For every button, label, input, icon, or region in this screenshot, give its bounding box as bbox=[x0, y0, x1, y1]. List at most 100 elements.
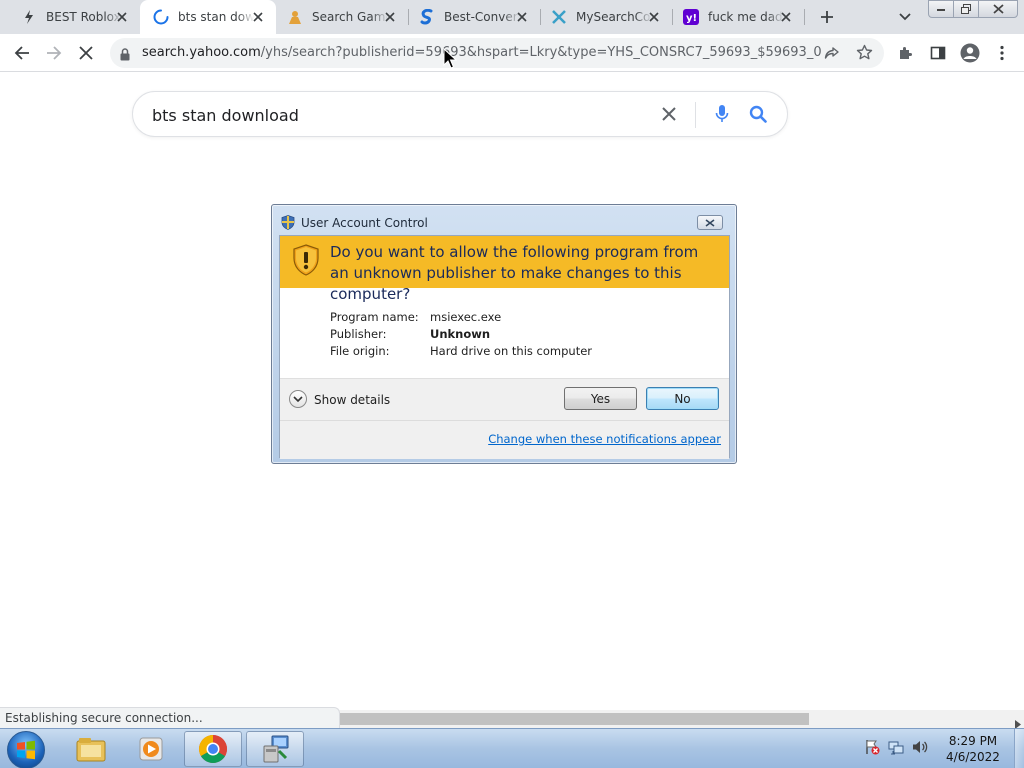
lock-icon[interactable] bbox=[120, 46, 130, 65]
file-origin-row: File origin: Hard drive on this computer bbox=[330, 344, 592, 361]
uac-titlebar[interactable]: User Account Control bbox=[272, 205, 736, 235]
clear-icon[interactable] bbox=[661, 106, 677, 126]
window-controls bbox=[928, 0, 1018, 18]
mouse-cursor-icon bbox=[443, 47, 458, 74]
tab-title: bts stan dow bbox=[178, 10, 254, 24]
divider bbox=[695, 102, 696, 128]
person-icon bbox=[286, 8, 304, 26]
show-desktop-button[interactable] bbox=[1014, 729, 1024, 768]
microphone-icon[interactable] bbox=[715, 104, 729, 128]
action-center-flag-icon[interactable] bbox=[864, 739, 880, 759]
browser-toolbar: search.yahoo.com/yhs/search?publisherid=… bbox=[0, 34, 1024, 72]
taskbar-clock[interactable]: 8:29 PM 4/6/2022 bbox=[930, 733, 1016, 765]
stop-icon bbox=[79, 46, 93, 60]
s-logo-icon bbox=[418, 8, 436, 26]
uac-dialog: User Account Control Do you want to allo… bbox=[271, 204, 737, 464]
new-tab-button[interactable] bbox=[816, 6, 838, 28]
windows-taskbar: 8:29 PM 4/6/2022 bbox=[0, 728, 1024, 768]
taskbar-installer[interactable] bbox=[246, 731, 304, 767]
tab-title: fuck me dad bbox=[708, 10, 783, 24]
windows-logo-icon bbox=[17, 740, 35, 760]
taskbar-file-explorer[interactable] bbox=[62, 731, 120, 767]
tab-title: Best-Convert bbox=[444, 10, 520, 24]
tab-best-convert[interactable]: Best-Convert bbox=[408, 0, 540, 34]
forward-button[interactable] bbox=[42, 41, 66, 65]
minimize-button[interactable] bbox=[928, 0, 954, 18]
kebab-menu-icon bbox=[1000, 45, 1004, 61]
volume-icon[interactable] bbox=[912, 739, 928, 759]
installer-icon bbox=[263, 735, 289, 763]
tab-separator bbox=[804, 9, 805, 25]
publisher-value: Unknown bbox=[430, 327, 491, 341]
taskbar-media-player[interactable] bbox=[122, 731, 180, 767]
show-details-toggle[interactable] bbox=[289, 390, 307, 408]
divider bbox=[280, 420, 729, 421]
menu-button[interactable] bbox=[990, 41, 1014, 65]
side-panel-button[interactable] bbox=[926, 41, 950, 65]
tab-best-roblox[interactable]: BEST Roblox bbox=[0, 0, 140, 34]
chrome-icon bbox=[199, 735, 227, 763]
url-text[interactable]: search.yahoo.com/yhs/search?publisherid=… bbox=[142, 45, 822, 60]
scrollbar-thumb[interactable] bbox=[339, 713, 809, 725]
program-name-row: Program name: msiexec.exe bbox=[330, 310, 592, 327]
publisher-label: Publisher: bbox=[330, 327, 387, 341]
profile-button[interactable] bbox=[958, 41, 982, 65]
search-icon[interactable] bbox=[749, 105, 767, 127]
chevron-down-icon bbox=[899, 13, 911, 21]
uac-program-info: Program name: msiexec.exe Publisher: Unk… bbox=[330, 310, 592, 361]
extensions-button[interactable] bbox=[894, 41, 918, 65]
stop-button[interactable] bbox=[74, 41, 98, 65]
bookmark-star-icon[interactable] bbox=[856, 44, 873, 65]
close-icon[interactable] bbox=[114, 9, 130, 25]
close-icon[interactable] bbox=[250, 9, 266, 25]
url-path: /yhs/search?publisherid=59693&hspart=Lkr… bbox=[260, 45, 822, 60]
search-box[interactable]: bts stan download bbox=[132, 91, 788, 137]
media-player-icon bbox=[139, 737, 163, 761]
uac-question: Do you want to allow the following progr… bbox=[330, 243, 699, 303]
restore-button[interactable] bbox=[953, 0, 979, 18]
close-icon[interactable] bbox=[778, 9, 794, 25]
share-icon[interactable] bbox=[824, 45, 840, 65]
tab-title: Search Game bbox=[312, 10, 388, 24]
no-button[interactable]: No bbox=[646, 387, 719, 410]
uac-body: Do you want to allow the following progr… bbox=[279, 235, 730, 459]
address-bar[interactable]: search.yahoo.com/yhs/search?publisherid=… bbox=[110, 38, 884, 68]
clock-time: 8:29 PM bbox=[948, 734, 998, 748]
chevron-down-icon bbox=[293, 395, 303, 402]
close-icon bbox=[705, 218, 715, 227]
tab-mysearch[interactable]: MySearchCo bbox=[540, 0, 672, 34]
url-host: search.yahoo.com bbox=[142, 45, 261, 60]
svg-text:y!: y! bbox=[686, 13, 697, 24]
search-input[interactable]: bts stan download bbox=[152, 106, 299, 125]
close-icon[interactable] bbox=[514, 9, 530, 25]
tab-yahoo[interactable]: y! fuck me dad bbox=[672, 0, 804, 34]
close-icon[interactable] bbox=[382, 9, 398, 25]
side-panel-icon bbox=[930, 46, 946, 60]
system-tray bbox=[864, 739, 928, 759]
back-button[interactable] bbox=[10, 41, 34, 65]
window-close-button[interactable] bbox=[978, 0, 1018, 18]
shield-icon bbox=[281, 215, 295, 234]
change-notifications-link[interactable]: Change when these notifications appear bbox=[488, 432, 721, 446]
taskbar-chrome[interactable] bbox=[184, 731, 242, 767]
uac-footer: Show details Yes No Change when these no… bbox=[280, 378, 729, 459]
x-logo-icon bbox=[550, 8, 568, 26]
tab-strip: BEST Roblox bts stan dow Search Game Bes… bbox=[0, 0, 1024, 34]
uac-close-button[interactable] bbox=[697, 215, 723, 230]
tab-bts-stan[interactable]: bts stan dow bbox=[140, 0, 276, 34]
uac-banner: Do you want to allow the following progr… bbox=[280, 236, 729, 303]
tab-search-button[interactable] bbox=[896, 8, 914, 26]
tab-title: BEST Roblox bbox=[46, 10, 121, 24]
start-button[interactable] bbox=[7, 731, 45, 768]
tab-search-game[interactable]: Search Game bbox=[276, 0, 408, 34]
status-bubble: Establishing secure connection... bbox=[0, 707, 340, 728]
yes-button[interactable]: Yes bbox=[564, 387, 637, 410]
back-arrow-icon bbox=[14, 46, 29, 60]
publisher-row: Publisher: Unknown bbox=[330, 327, 592, 344]
puzzle-icon bbox=[900, 47, 912, 59]
show-details-label[interactable]: Show details bbox=[314, 393, 390, 407]
file-origin-label: File origin: bbox=[330, 344, 390, 358]
network-icon[interactable] bbox=[888, 739, 904, 759]
program-name-value: msiexec.exe bbox=[430, 310, 502, 324]
close-icon[interactable] bbox=[646, 9, 662, 25]
